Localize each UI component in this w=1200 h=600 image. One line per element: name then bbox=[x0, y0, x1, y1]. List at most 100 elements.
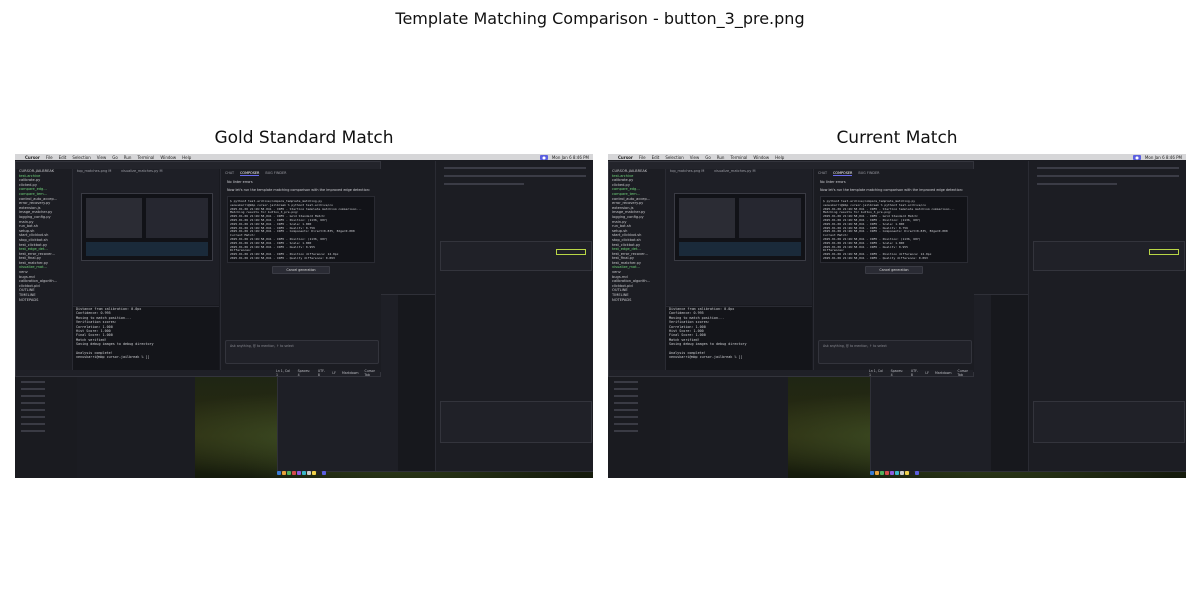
background-sidebar bbox=[608, 376, 670, 478]
tab-bug-finder[interactable]: BUG FINDER bbox=[265, 171, 286, 176]
tab-composer[interactable]: COMPOSER bbox=[833, 171, 853, 176]
command-block: $ python3 test-archive/compare_template_… bbox=[820, 196, 968, 263]
background-chat-input[interactable] bbox=[1033, 241, 1185, 271]
status-spaces[interactable]: Spaces: 4 bbox=[298, 369, 312, 377]
app-icon[interactable] bbox=[874, 471, 879, 475]
menubar-clock[interactable]: Mon Jan 6 8:46 PM bbox=[552, 155, 589, 160]
app-icon[interactable] bbox=[306, 471, 311, 475]
terminal-app-icon[interactable] bbox=[316, 471, 321, 475]
finder-icon[interactable] bbox=[869, 471, 874, 475]
menu-selection[interactable]: Selection bbox=[72, 155, 90, 160]
app-icon[interactable] bbox=[321, 471, 326, 475]
menu-terminal[interactable]: Terminal bbox=[730, 155, 747, 160]
status-language[interactable]: Markdown bbox=[342, 371, 358, 375]
menu-go[interactable]: Go bbox=[112, 155, 118, 160]
menu-selection[interactable]: Selection bbox=[665, 155, 683, 160]
menu-help[interactable]: Help bbox=[182, 155, 191, 160]
menu-edit[interactable]: Edit bbox=[652, 155, 660, 160]
menu-terminal[interactable]: Terminal bbox=[137, 155, 154, 160]
background-chat-input-2[interactable] bbox=[1033, 401, 1185, 443]
composer-input[interactable]: Ask anything, @ to mention, ↑ to select bbox=[818, 340, 972, 364]
focus-mode-icon[interactable]: ● bbox=[1133, 154, 1141, 160]
background-chat-panel bbox=[435, 161, 593, 471]
status-language[interactable]: Markdown bbox=[935, 371, 951, 375]
menu-window[interactable]: Window bbox=[160, 155, 176, 160]
status-encoding[interactable]: UTF-8 bbox=[911, 369, 920, 377]
status-eol[interactable]: LF bbox=[332, 371, 336, 375]
menu-edit[interactable]: Edit bbox=[59, 155, 67, 160]
window-titlebar[interactable] bbox=[16, 162, 380, 169]
assistant-message: Now let's run the template matching comp… bbox=[227, 188, 371, 192]
linter-status: No linter errors bbox=[227, 180, 253, 184]
app-icon[interactable] bbox=[291, 471, 296, 475]
status-encoding[interactable]: UTF-8 bbox=[318, 369, 327, 377]
status-cursor-tab[interactable]: Cursor Tab bbox=[364, 369, 380, 377]
menubar: Cursor File Edit Selection View Go Run T… bbox=[608, 154, 1186, 160]
terminal-panel[interactable]: Distance from calibration: 0.0px Confide… bbox=[666, 306, 812, 373]
matched-button-highlight bbox=[556, 249, 586, 255]
app-icon[interactable] bbox=[904, 471, 909, 475]
tab-bug-finder[interactable]: BUG FINDER bbox=[858, 171, 879, 176]
editor-pane: top_matches.png M visualize_matches.py M bbox=[73, 169, 219, 305]
tab-composer[interactable]: COMPOSER bbox=[240, 171, 260, 176]
app-icon[interactable] bbox=[884, 471, 889, 475]
background-chat-panel bbox=[1028, 161, 1186, 471]
figure-title: Template Matching Comparison - button_3_… bbox=[395, 9, 805, 28]
menu-run[interactable]: Run bbox=[124, 155, 132, 160]
matched-button-highlight bbox=[1149, 249, 1179, 255]
terminal-panel[interactable]: Distance from calibration: 0.0px Confide… bbox=[73, 306, 219, 373]
window-titlebar[interactable] bbox=[609, 162, 973, 169]
cancel-generation-button[interactable]: Cancel generation bbox=[272, 265, 330, 274]
panel-title-current: Current Match bbox=[836, 128, 958, 148]
composer-input[interactable]: Ask anything, @ to mention, ↑ to select bbox=[225, 340, 379, 364]
app-icon[interactable] bbox=[311, 471, 316, 475]
tab-chat[interactable]: CHAT bbox=[225, 171, 234, 176]
image-preview bbox=[674, 193, 806, 261]
finder-icon[interactable] bbox=[276, 471, 281, 475]
log-line: 2025-01-06 21:46:58,041 - INFO - Quality… bbox=[823, 255, 928, 260]
app-icon[interactable] bbox=[286, 471, 291, 475]
app-icon[interactable] bbox=[879, 471, 884, 475]
status-cursor[interactable]: Ln 1, Col 1 bbox=[869, 369, 885, 377]
status-cursor[interactable]: Ln 1, Col 1 bbox=[276, 369, 292, 377]
status-bar: Ln 1, Col 1 Spaces: 4 UTF-8 LF Markdown … bbox=[16, 369, 380, 377]
background-chat-input-2[interactable] bbox=[440, 401, 592, 443]
app-icon[interactable] bbox=[894, 471, 899, 475]
menu-file[interactable]: File bbox=[46, 155, 53, 160]
menu-view[interactable]: View bbox=[97, 155, 107, 160]
menubar-clock[interactable]: Mon Jan 6 8:46 PM bbox=[1145, 155, 1182, 160]
tab-chat[interactable]: CHAT bbox=[818, 171, 827, 176]
menu-file[interactable]: File bbox=[639, 155, 646, 160]
linter-status: No linter errors bbox=[820, 180, 846, 184]
editor-tab[interactable]: visualize_matches.py M bbox=[714, 169, 756, 175]
menu-window[interactable]: Window bbox=[753, 155, 769, 160]
focus-mode-icon[interactable]: ● bbox=[540, 154, 548, 160]
cursor-window: CURSOR-JAILBREAK test-archive calibrate.… bbox=[608, 161, 974, 377]
terminal-app-icon[interactable] bbox=[909, 471, 914, 475]
menubar-app-name[interactable]: Cursor bbox=[618, 155, 633, 160]
cursor-window: CURSOR-JAILBREAK test-archive calibrate.… bbox=[15, 161, 381, 377]
status-cursor-tab[interactable]: Cursor Tab bbox=[957, 369, 973, 377]
menubar-app-name[interactable]: Cursor bbox=[25, 155, 40, 160]
log-line: 2025-01-06 21:46:58,041 - INFO - Quality… bbox=[230, 255, 335, 260]
notepads-section[interactable]: NOTEPADS bbox=[609, 298, 665, 303]
editor-tab[interactable]: top_matches.png M bbox=[77, 169, 111, 175]
menu-view[interactable]: View bbox=[690, 155, 700, 160]
background-chat-input[interactable] bbox=[440, 241, 592, 271]
app-icon[interactable] bbox=[281, 471, 286, 475]
app-icon[interactable] bbox=[889, 471, 894, 475]
editor-tab[interactable]: top_matches.png M bbox=[670, 169, 704, 175]
menu-run[interactable]: Run bbox=[717, 155, 725, 160]
notepads-section[interactable]: NOTEPADS bbox=[16, 298, 72, 303]
status-spaces[interactable]: Spaces: 4 bbox=[891, 369, 905, 377]
editor-tab[interactable]: visualize_matches.py M bbox=[121, 169, 163, 175]
file-explorer: CURSOR-JAILBREAK test-archive calibrate.… bbox=[16, 169, 73, 372]
app-icon[interactable] bbox=[899, 471, 904, 475]
app-icon[interactable] bbox=[301, 471, 306, 475]
app-icon[interactable] bbox=[914, 471, 919, 475]
app-icon[interactable] bbox=[296, 471, 301, 475]
cancel-generation-button[interactable]: Cancel generation bbox=[865, 265, 923, 274]
menu-go[interactable]: Go bbox=[705, 155, 711, 160]
status-eol[interactable]: LF bbox=[925, 371, 929, 375]
menu-help[interactable]: Help bbox=[775, 155, 784, 160]
